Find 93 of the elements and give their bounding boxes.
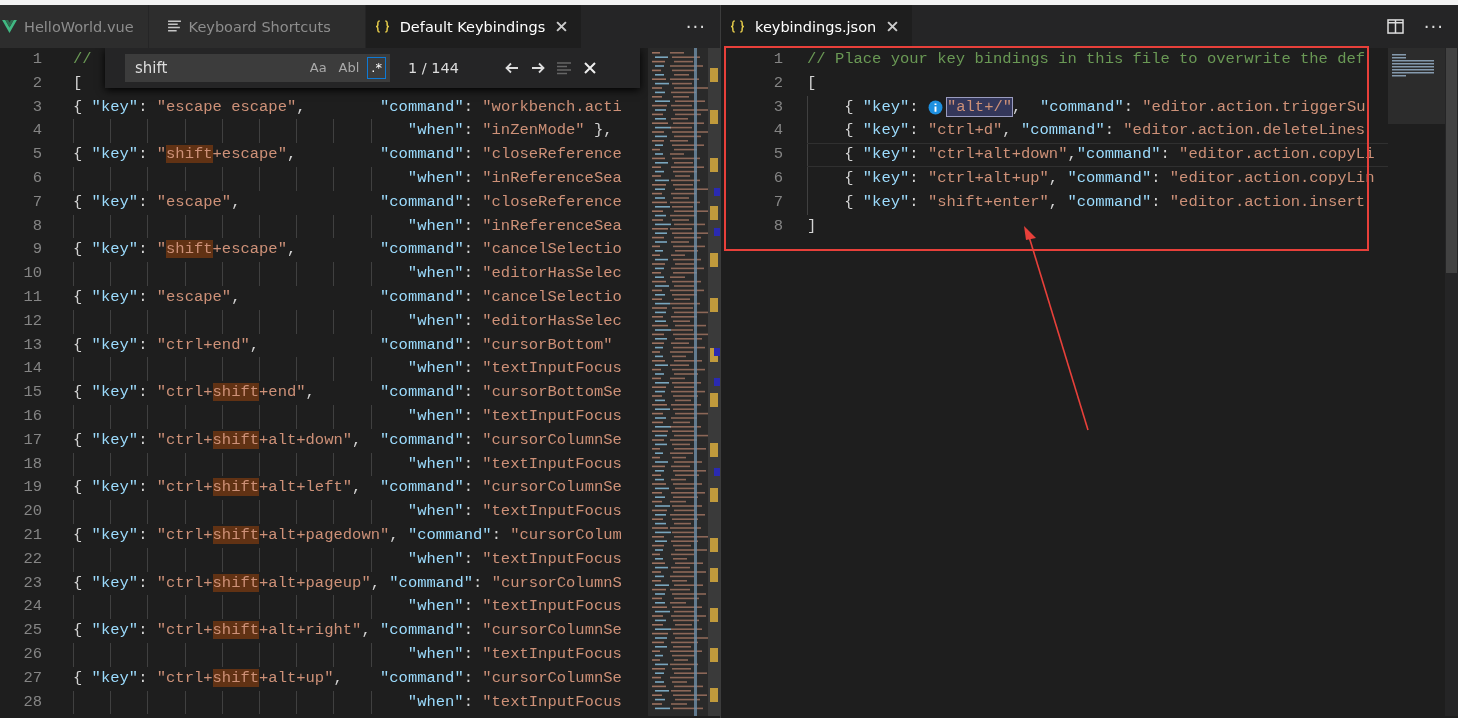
line-number: 7	[31, 191, 43, 213]
close-icon[interactable]	[556, 21, 568, 32]
braces-icon	[374, 20, 390, 33]
code-line: { "key": "shift+escape", "command": "closeReference	[73, 144, 622, 166]
code-line: "when": "textInputFocus	[407, 405, 622, 427]
editor-tab[interactable]: Default Keybindings	[365, 5, 583, 48]
match-count: 1 / 144	[408, 60, 460, 76]
code-line: "when": "inReferenceSea	[407, 168, 622, 189]
code-line: "when": "textInputFocus	[407, 548, 622, 570]
find-option-toggle[interactable]: Abl	[334, 57, 364, 79]
code-line: "when": "textInputFocus	[407, 643, 622, 665]
code-line: { "key":	[844, 96, 920, 118]
close-icon[interactable]	[582, 60, 598, 76]
code-line: { "key": "ctrl+shift+alt+left", "command": "cursorColumnSe	[73, 477, 622, 499]
code-line: "when": "textInputFocus	[407, 691, 622, 713]
line-number: 17	[22, 429, 43, 451]
line-number: 19	[22, 477, 43, 499]
find-option-toggle[interactable]: Aa	[305, 57, 331, 79]
line-number: 20	[22, 501, 43, 523]
line-number: 22	[22, 548, 43, 570]
previous-match-icon[interactable]	[504, 60, 520, 76]
editor-tab[interactable]: HelloWorld.vue	[0, 5, 149, 48]
line-number: 6	[772, 168, 784, 189]
code-line: { "key": "ctrl+shift+alt+pageup", "command": "cursorColumnS	[73, 572, 622, 594]
code-line: "when": "textInputFocus	[407, 358, 622, 380]
code-line: [	[807, 72, 817, 94]
code-line: "alt+/", "command": "editor.action.triggerSu	[946, 96, 1366, 118]
line-number: 23	[22, 572, 43, 594]
code-line: { "key": "ctrl+shift+end", "command": "cursorBottomSe	[73, 382, 622, 404]
next-match-icon[interactable]	[530, 60, 546, 76]
line-number: 8	[31, 215, 43, 237]
line-number: 16	[22, 405, 43, 427]
code-line: { "key": "ctrl+d", "command": "editor.action.deleteLines	[844, 120, 1366, 142]
close-icon[interactable]	[887, 21, 899, 32]
find-option-toggle[interactable]: .*	[367, 57, 386, 79]
line-number: 1	[772, 49, 784, 70]
line-number: 1	[31, 49, 43, 70]
line-number: 2	[772, 72, 784, 94]
line-number: 8	[772, 215, 784, 237]
line-number: 5	[31, 144, 43, 166]
code-line: { "key": "shift+enter", "command": "editor.action.insert	[844, 191, 1366, 213]
code-line: "when": "textInputFocus	[407, 453, 622, 475]
code-line: "when": "textInputFocus	[407, 501, 622, 523]
code-line: { "key": "ctrl+shift+alt+right", "command": "cursorColumnSe	[73, 620, 622, 642]
code-line: { "key": "ctrl+shift+alt+down", "command": "cursorColumnSe	[73, 429, 622, 451]
lines-icon	[166, 20, 182, 33]
line-number: 9	[31, 239, 43, 261]
code-line: ]	[807, 215, 817, 237]
line-number: 5	[772, 144, 784, 166]
braces-icon	[730, 20, 745, 33]
line-number: 6	[31, 168, 43, 189]
line-number: 21	[22, 524, 43, 546]
code-line: // Place your key bindings in this file to overwrite the def	[807, 49, 1366, 70]
code-line: "when": "textInputFocus	[407, 596, 622, 618]
editor-tab[interactable]: keybindings.json	[721, 5, 914, 48]
line-number: 25	[22, 620, 43, 642]
line-number: 15	[22, 382, 43, 404]
code-line: { "key": "escape", "command": "closeReference	[73, 191, 622, 213]
line-number: 12	[22, 310, 43, 332]
code-line: { "key": "escape escape", "command": "workbench.acti	[73, 96, 622, 118]
line-number: 11	[22, 286, 43, 308]
line-number: 10	[22, 263, 43, 285]
line-number: 26	[22, 643, 43, 665]
code-line: "when": "editorHasSelec	[407, 263, 622, 285]
line-number: 3	[772, 96, 784, 118]
code-line: [	[73, 72, 83, 94]
line-number: 24	[22, 596, 43, 618]
line-number: 28	[22, 691, 43, 713]
code-line: { "key": "ctrl+shift+alt+pagedown", "command": "cursorColum	[73, 524, 622, 546]
code-line: "when": "inZenMode" },	[407, 120, 613, 142]
line-number: 14	[22, 358, 43, 380]
line-number: 27	[22, 667, 43, 689]
line-number: 2	[31, 72, 43, 94]
line-number: 18	[22, 453, 43, 475]
code-line: { "key": "shift+escape", "command": "cancelSelectio	[73, 239, 622, 261]
vue-logo-icon	[2, 20, 17, 33]
more-actions-button[interactable]: ···	[1409, 16, 1458, 37]
line-number: 3	[31, 96, 43, 118]
code-line: { "key": "escape", "command": "cancelSelectio	[73, 286, 622, 308]
find-in-selection-icon[interactable]	[556, 60, 572, 76]
line-number: 7	[772, 191, 784, 213]
line-number: 4	[772, 120, 784, 142]
line-number: 4	[31, 120, 43, 142]
code-line: { "key": "ctrl+end", "command": "cursorBottom"	[73, 334, 613, 356]
info-icon[interactable]	[927, 100, 943, 115]
more-actions-button[interactable]: ···	[671, 16, 720, 37]
code-line: { "key": "ctrl+shift+alt+up", "command": "cursorColumnSe	[73, 667, 622, 689]
code-line: "when": "inReferenceSea	[407, 215, 622, 237]
code-line: "when": "editorHasSelec	[407, 310, 622, 332]
split-editor-icon[interactable]	[1386, 19, 1404, 34]
line-number: 13	[22, 334, 43, 356]
code-line: //	[73, 49, 92, 70]
editor-tab[interactable]: Keyboard Shortcuts	[148, 5, 366, 48]
